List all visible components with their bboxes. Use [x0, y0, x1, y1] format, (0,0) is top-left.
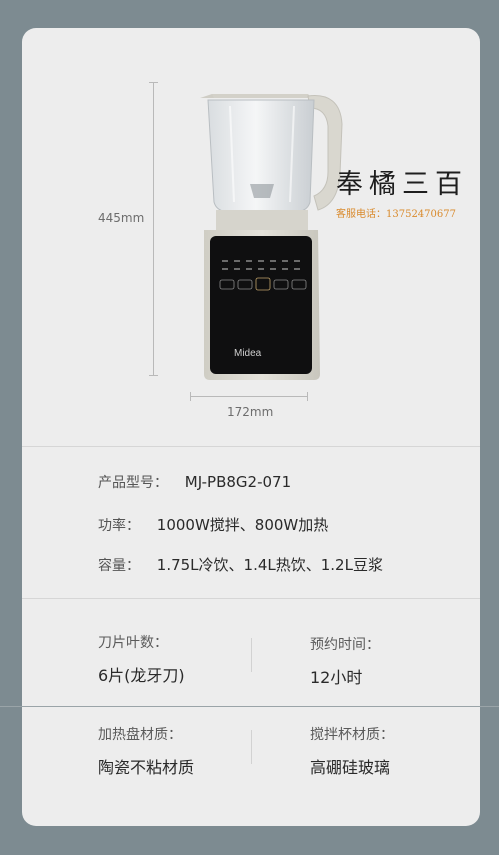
feature-plate-label: 加热盘材质：: [98, 727, 182, 743]
spec-capacity-value: 1.75L冷饮、1.4L热饮、1.2L豆浆: [156, 556, 383, 574]
feature-timer-label: 预约时间：: [310, 637, 380, 653]
column-separator: [251, 638, 252, 672]
feature-cup-value: 高硼硅玻璃: [310, 758, 391, 777]
feature-cup: 搅拌杯材质： 高硼硅玻璃: [310, 724, 394, 778]
blender-image: [200, 94, 343, 380]
feature-timer: 预约时间： 12小时: [310, 634, 380, 688]
width-dimension-label: 172mm: [227, 405, 274, 419]
background-band-line: [0, 706, 499, 707]
product-hero: 445mm Midea 172mm: [22, 28, 480, 448]
spec-power: 功率： 1000W搅拌、800W加热: [98, 514, 328, 535]
feature-heating-plate: 加热盘材质： 陶瓷不粘材质: [98, 724, 194, 778]
spec-model: 产品型号： MJ-PB8G2-071: [98, 472, 291, 492]
height-dimension-line: [153, 82, 154, 376]
feature-blades-value: 6片(龙牙刀): [98, 666, 185, 685]
watermark-contact: 客服电话：13752470677: [336, 209, 456, 220]
height-dimension-cap-top: [149, 82, 158, 83]
spec-model-value: MJ-PB8G2-071: [184, 473, 292, 491]
height-dimension-label: 445mm: [98, 211, 145, 225]
watermark-title: 奉橘三百: [336, 169, 468, 200]
section-divider: [22, 446, 480, 447]
feature-cup-label: 搅拌杯材质：: [310, 727, 394, 743]
width-dimension-cap-right: [307, 392, 308, 401]
shop-watermark: 奉橘三百 客服电话：13752470677: [336, 162, 496, 220]
spec-power-value: 1000W搅拌、800W加热: [156, 516, 329, 534]
feature-timer-value: 12小时: [310, 668, 363, 687]
feature-blades-label: 刀片叶数：: [98, 635, 168, 651]
feature-plate-value: 陶瓷不粘材质: [98, 758, 195, 777]
spec-power-label: 功率：: [98, 518, 140, 534]
height-dimension-cap-bottom: [149, 375, 158, 376]
blender-brand-label: Midea: [234, 348, 262, 359]
width-dimension-cap-left: [190, 392, 191, 401]
column-separator: [251, 730, 252, 764]
feature-blades: 刀片叶数： 6片(龙牙刀): [98, 632, 185, 686]
section-divider: [22, 598, 480, 599]
spec-model-label: 产品型号：: [98, 475, 168, 491]
spec-capacity-label: 容量：: [98, 558, 140, 574]
width-dimension-line: [190, 396, 308, 397]
spec-capacity: 容量： 1.75L冷饮、1.4L热饮、1.2L豆浆: [98, 554, 383, 575]
